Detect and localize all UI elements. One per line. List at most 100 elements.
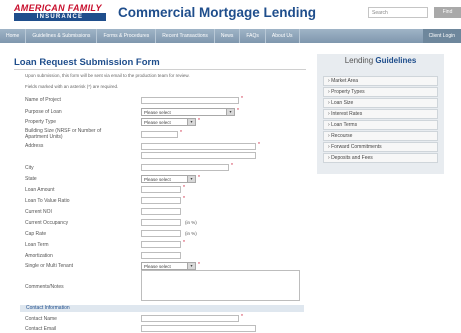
property-type-value: Please select (144, 120, 171, 125)
required-mark: * (241, 96, 243, 102)
company-logo[interactable]: AMERICAN FAMILY INSURANCE (14, 3, 106, 23)
required-mark: * (198, 175, 200, 181)
cap-rate-unit: (in %) (185, 231, 197, 236)
label-building-size: Building Size (NRSF or Number of Apartme… (25, 128, 102, 140)
sidebar-item-property-types[interactable]: › Property Types (323, 87, 438, 97)
sidebar-item-label: Recourse (331, 133, 353, 139)
required-mark: * (231, 163, 233, 169)
amortization-input[interactable] (141, 252, 181, 259)
label-project-name: Name of Project (25, 97, 61, 103)
state-select[interactable]: Please select ▾ (141, 175, 196, 183)
sidebar-item-recourse[interactable]: › Recourse (323, 131, 438, 141)
required-mark: * (183, 185, 185, 191)
chevron-down-icon: ▾ (187, 263, 195, 269)
page-title: Loan Request Submission Form (14, 57, 160, 68)
required-mark: * (180, 130, 182, 136)
nav-home[interactable]: Home (0, 29, 27, 43)
nav-about[interactable]: About Us (266, 29, 300, 43)
building-size-input[interactable] (141, 131, 178, 138)
ltv-input[interactable] (141, 197, 181, 204)
required-mark: * (237, 108, 239, 114)
label-loan-amount: Loan Amount (25, 187, 55, 193)
label-property-type: Property Type (25, 119, 57, 125)
logo-wordmark: AMERICAN FAMILY (14, 3, 102, 13)
city-input[interactable] (141, 164, 229, 171)
tenant-value: Please select (144, 264, 171, 269)
label-state: State (25, 176, 37, 182)
purpose-select[interactable]: Please select ▾ (141, 108, 235, 116)
nav-forms[interactable]: Forms & Procedures (97, 29, 157, 43)
lending-guidelines-panel: Lending Guidelines › Market Area › Prope… (317, 54, 444, 174)
intro-text: Upon submission, this form will be sent … (25, 73, 190, 78)
sidebar-item-loan-size[interactable]: › Loan Size (323, 98, 438, 108)
sidebar-item-label: Market Area (331, 78, 359, 84)
sidebar-item-label: Forward Commitments (331, 144, 382, 150)
tenant-select[interactable]: Please select ▾ (141, 262, 196, 270)
state-value: Please select (144, 177, 171, 182)
sidebar-title: Lending Guidelines (317, 54, 444, 68)
chevron-down-icon: ▾ (226, 109, 234, 115)
required-mark: * (241, 314, 243, 320)
label-amortization: Amortization (25, 253, 53, 259)
search-input[interactable]: Search (368, 7, 428, 18)
sidebar-item-loan-terms[interactable]: › Loan Terms (323, 120, 438, 130)
label-contact-email: Contact Email (25, 326, 57, 332)
sidebar-title-bold: Guidelines (375, 56, 417, 65)
sidebar-item-forward-commitments[interactable]: › Forward Commitments (323, 142, 438, 152)
search-button[interactable]: Find (434, 7, 461, 18)
sidebar-title-plain: Lending (344, 56, 374, 65)
sidebar-item-label: Deposits and Fees (331, 155, 373, 161)
chevron-down-icon: ▾ (187, 176, 195, 182)
required-mark: * (198, 118, 200, 124)
sidebar-item-deposits-fees[interactable]: › Deposits and Fees (323, 153, 438, 163)
occupancy-input[interactable] (141, 219, 181, 226)
loan-amount-input[interactable] (141, 186, 181, 193)
label-contact-name: Contact Name (25, 316, 57, 322)
property-type-select[interactable]: Please select ▾ (141, 118, 196, 126)
main-nav: Home Guidelines & Submissions Forms & Pr… (0, 29, 461, 43)
contact-section-header: Contact Information (20, 305, 304, 312)
chevron-down-icon: ▾ (187, 119, 195, 125)
sidebar-item-label: Loan Terms (331, 122, 358, 128)
label-comments: Comments/Notes (25, 284, 64, 290)
required-mark: * (198, 262, 200, 268)
current-noi-input[interactable] (141, 208, 181, 215)
required-note: Fields marked with an asterisk (*) are r… (25, 84, 119, 89)
loan-term-input[interactable] (141, 241, 181, 248)
required-mark: * (258, 142, 260, 148)
site-header: AMERICAN FAMILY INSURANCE Commercial Mor… (0, 0, 461, 28)
sidebar-item-label: Interest Rates (331, 111, 363, 117)
sidebar-item-market-area[interactable]: › Market Area (323, 76, 438, 86)
nav-guidelines[interactable]: Guidelines & Submissions (26, 29, 98, 43)
occupancy-unit: (in %) (185, 220, 197, 225)
nav-news[interactable]: News (215, 29, 241, 43)
contact-email-input[interactable] (141, 325, 256, 332)
required-mark: * (183, 196, 185, 202)
app-title: Commercial Mortgage Lending (118, 5, 317, 20)
comments-textarea[interactable] (141, 270, 300, 301)
cap-rate-input[interactable] (141, 230, 181, 237)
label-tenant: Single or Multi Tenant (25, 263, 73, 269)
project-name-input[interactable] (141, 97, 239, 104)
logo-banner: INSURANCE (14, 13, 106, 21)
sidebar-item-label: Loan Size (331, 100, 354, 106)
sidebar-item-label: Property Types (331, 89, 365, 95)
label-cap-rate: Cap Rate (25, 231, 47, 237)
client-login-button[interactable]: Client Login (422, 29, 461, 43)
nav-faqs[interactable]: FAQs (240, 29, 266, 43)
label-loan-term: Loan Term (25, 242, 49, 248)
title-divider (14, 69, 306, 70)
address-line1-input[interactable] (141, 143, 256, 150)
label-current-noi: Current NOI (25, 209, 52, 215)
label-purpose: Purpose of Loan (25, 109, 62, 115)
label-occupancy: Current Occupancy (25, 220, 69, 226)
label-address: Address (25, 143, 44, 149)
sidebar-item-interest-rates[interactable]: › Interest Rates (323, 109, 438, 119)
required-mark: * (183, 240, 185, 246)
nav-recent-transactions[interactable]: Recent Transactions (156, 29, 215, 43)
address-line2-input[interactable] (141, 152, 256, 159)
contact-name-input[interactable] (141, 315, 239, 322)
purpose-value: Please select (144, 110, 171, 115)
label-city: City (25, 165, 34, 171)
label-ltv: Loan To Value Ratio (25, 198, 70, 204)
